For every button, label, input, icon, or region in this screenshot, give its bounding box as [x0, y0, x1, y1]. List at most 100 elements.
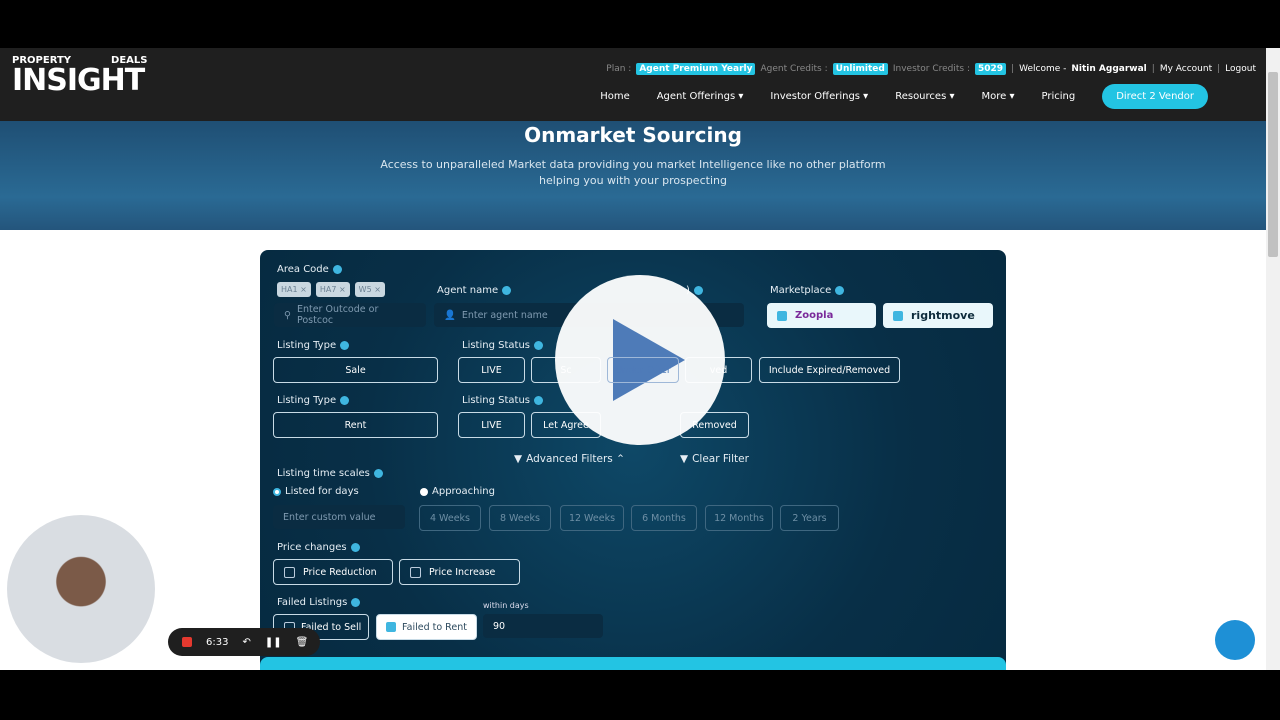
status-live-button[interactable]: LIVE — [458, 357, 525, 383]
placeholder: Enter Outcode or Postcoc — [296, 304, 379, 326]
hero-banner: Onmarket Sourcing Access to unparalleled… — [0, 121, 1266, 230]
nav-resources[interactable]: Resources ▾ — [895, 91, 954, 102]
logout-link[interactable]: Logout — [1225, 64, 1256, 74]
info-icon[interactable] — [534, 396, 543, 405]
checkbox-icon — [410, 566, 421, 578]
letterbox-bottom — [0, 670, 1280, 720]
approaching-radio[interactable]: Approaching — [420, 486, 495, 497]
label-text: Price Reduction — [303, 566, 377, 578]
advanced-filters-toggle[interactable]: ▼ Advanced Filters ⌃ — [514, 453, 625, 465]
time-scales-label: Listing time scales — [277, 468, 383, 479]
nav-agent-offerings[interactable]: Agent Offerings ▾ — [657, 91, 744, 102]
zoopla-logo: Zoopla — [795, 310, 834, 321]
label-text: Clear Filter — [692, 453, 749, 465]
info-icon[interactable] — [350, 543, 360, 552]
radio-selected-icon — [273, 487, 281, 496]
time-option-button[interactable]: 4 Weeks — [419, 505, 481, 531]
info-icon[interactable] — [835, 286, 845, 295]
time-option-button[interactable]: 2 Years — [780, 505, 839, 531]
undo-icon[interactable]: ↶ — [242, 637, 250, 648]
logo[interactable]: PROPERTY DEALS INSIGHT — [12, 56, 147, 96]
nav-pricing[interactable]: Pricing — [1041, 91, 1075, 102]
time-option-button[interactable]: 12 Months — [705, 505, 773, 531]
label-text: Advanced Filters ⌃ — [526, 453, 625, 465]
include-expired-button[interactable]: Include Expired/Removed — [759, 357, 900, 383]
price-changes-label: Price changes — [277, 542, 360, 553]
area-chips: HA1 × HA7 × W5 × — [277, 282, 385, 297]
pause-icon[interactable]: ❚❚ — [265, 637, 282, 648]
user-icon: 👤 — [444, 309, 456, 321]
label-text: Listing Status — [462, 340, 530, 351]
area-code-input[interactable]: ⚲ Enter Outcode or Postcoc — [274, 303, 426, 327]
direct-2-vendor-button[interactable]: Direct 2 Vendor — [1102, 84, 1208, 109]
site-header: PROPERTY DEALS INSIGHT Plan : Agent Premiu… — [0, 48, 1266, 121]
price-increase-checkbox[interactable]: Price Increase — [399, 559, 520, 585]
area-chip[interactable]: W5 × — [354, 282, 385, 297]
nav-more[interactable]: More ▾ — [981, 91, 1014, 102]
label-text: Listing time scales — [277, 468, 370, 479]
label-text: Price changes — [277, 542, 347, 553]
subtitle-line: Access to unparalleled Market data provi… — [380, 158, 886, 171]
label-text: Area Code — [277, 264, 329, 275]
area-chip[interactable]: HA1 × — [277, 282, 311, 297]
info-icon[interactable] — [693, 286, 703, 295]
stop-record-icon[interactable] — [182, 637, 192, 647]
info-icon[interactable] — [340, 396, 350, 405]
listed-for-days-radio[interactable]: Listed for days — [273, 486, 359, 497]
scrollbar-thumb[interactable] — [1268, 72, 1278, 257]
agent-credits-label: Agent Credits : — [760, 64, 828, 74]
info-icon[interactable] — [351, 598, 361, 607]
checkbox-icon — [284, 566, 295, 578]
nav-home[interactable]: Home — [600, 91, 630, 102]
investor-credits-badge: 5029 — [975, 63, 1007, 75]
listing-status-label: Listing Status — [462, 340, 543, 351]
account-meta: Plan : Agent Premium Yearly Agent Credits… — [606, 63, 1256, 75]
price-reduction-checkbox[interactable]: Price Reduction — [273, 559, 393, 585]
area-code-label: Area Code — [277, 264, 342, 275]
within-days-input[interactable]: 90 — [483, 614, 603, 638]
failed-to-rent-checkbox[interactable]: Failed to Rent — [376, 614, 477, 640]
input-value: 90 — [493, 620, 506, 632]
search-data-button[interactable] — [260, 657, 1006, 670]
plan-label: Plan : — [606, 64, 632, 74]
info-icon[interactable] — [332, 265, 342, 274]
checkbox-checked-icon — [386, 622, 397, 632]
label-text: Listing Type — [277, 340, 337, 351]
info-icon[interactable] — [373, 469, 383, 478]
listing-type-label: Listing Type — [277, 395, 350, 406]
time-option-button[interactable]: 12 Weeks — [560, 505, 624, 531]
zoopla-toggle[interactable]: Zoopla — [767, 303, 876, 328]
status-under-offer-button[interactable]: Under Offer — [607, 357, 679, 383]
label-text: Listing Type — [277, 395, 337, 406]
time-option-button[interactable]: 8 Weeks — [489, 505, 551, 531]
info-icon[interactable] — [502, 286, 512, 295]
time-option-button[interactable]: 6 Months — [631, 505, 697, 531]
radio-icon — [420, 487, 428, 496]
letterbox-top — [0, 0, 1280, 48]
subtitle-line: helping you with your prospecting — [539, 174, 727, 187]
chat-icon[interactable] — [1215, 620, 1255, 660]
webcam-overlay — [7, 515, 155, 663]
rent-button[interactable]: Rent — [273, 412, 438, 438]
sale-button[interactable]: Sale — [273, 357, 438, 383]
custom-value-input[interactable]: Enter custom value — [273, 505, 405, 529]
info-icon[interactable] — [340, 341, 350, 350]
failed-listings-label: Failed Listings — [277, 597, 361, 608]
rightmove-toggle[interactable]: rightmove — [883, 303, 993, 328]
agent-name-label: Agent name — [437, 285, 512, 296]
nav-investor-offerings[interactable]: Investor Offerings ▾ — [770, 91, 868, 102]
area-chip[interactable]: HA7 × — [315, 282, 350, 297]
my-account-link[interactable]: My Account — [1160, 64, 1212, 74]
main-nav: Home Agent Offerings ▾ Investor Offering… — [600, 84, 1208, 109]
rent-status-live-button[interactable]: LIVE — [458, 412, 525, 438]
location-pin-icon: ⚲ — [284, 309, 291, 321]
placeholder: Enter custom value — [283, 511, 376, 523]
listing-status-label: Listing Status — [462, 395, 543, 406]
clear-filter-button[interactable]: ▼ Clear Filter — [680, 453, 749, 465]
trash-icon[interactable]: 🗑 — [296, 637, 309, 648]
label-text: Listing Status — [462, 395, 530, 406]
recorder-controls: 6:33 ↶ ❚❚ 🗑 — [168, 628, 320, 656]
investor-credits-label: Investor Credits : — [892, 64, 970, 74]
info-icon[interactable] — [534, 341, 543, 350]
recording-time: 6:33 — [206, 636, 229, 648]
